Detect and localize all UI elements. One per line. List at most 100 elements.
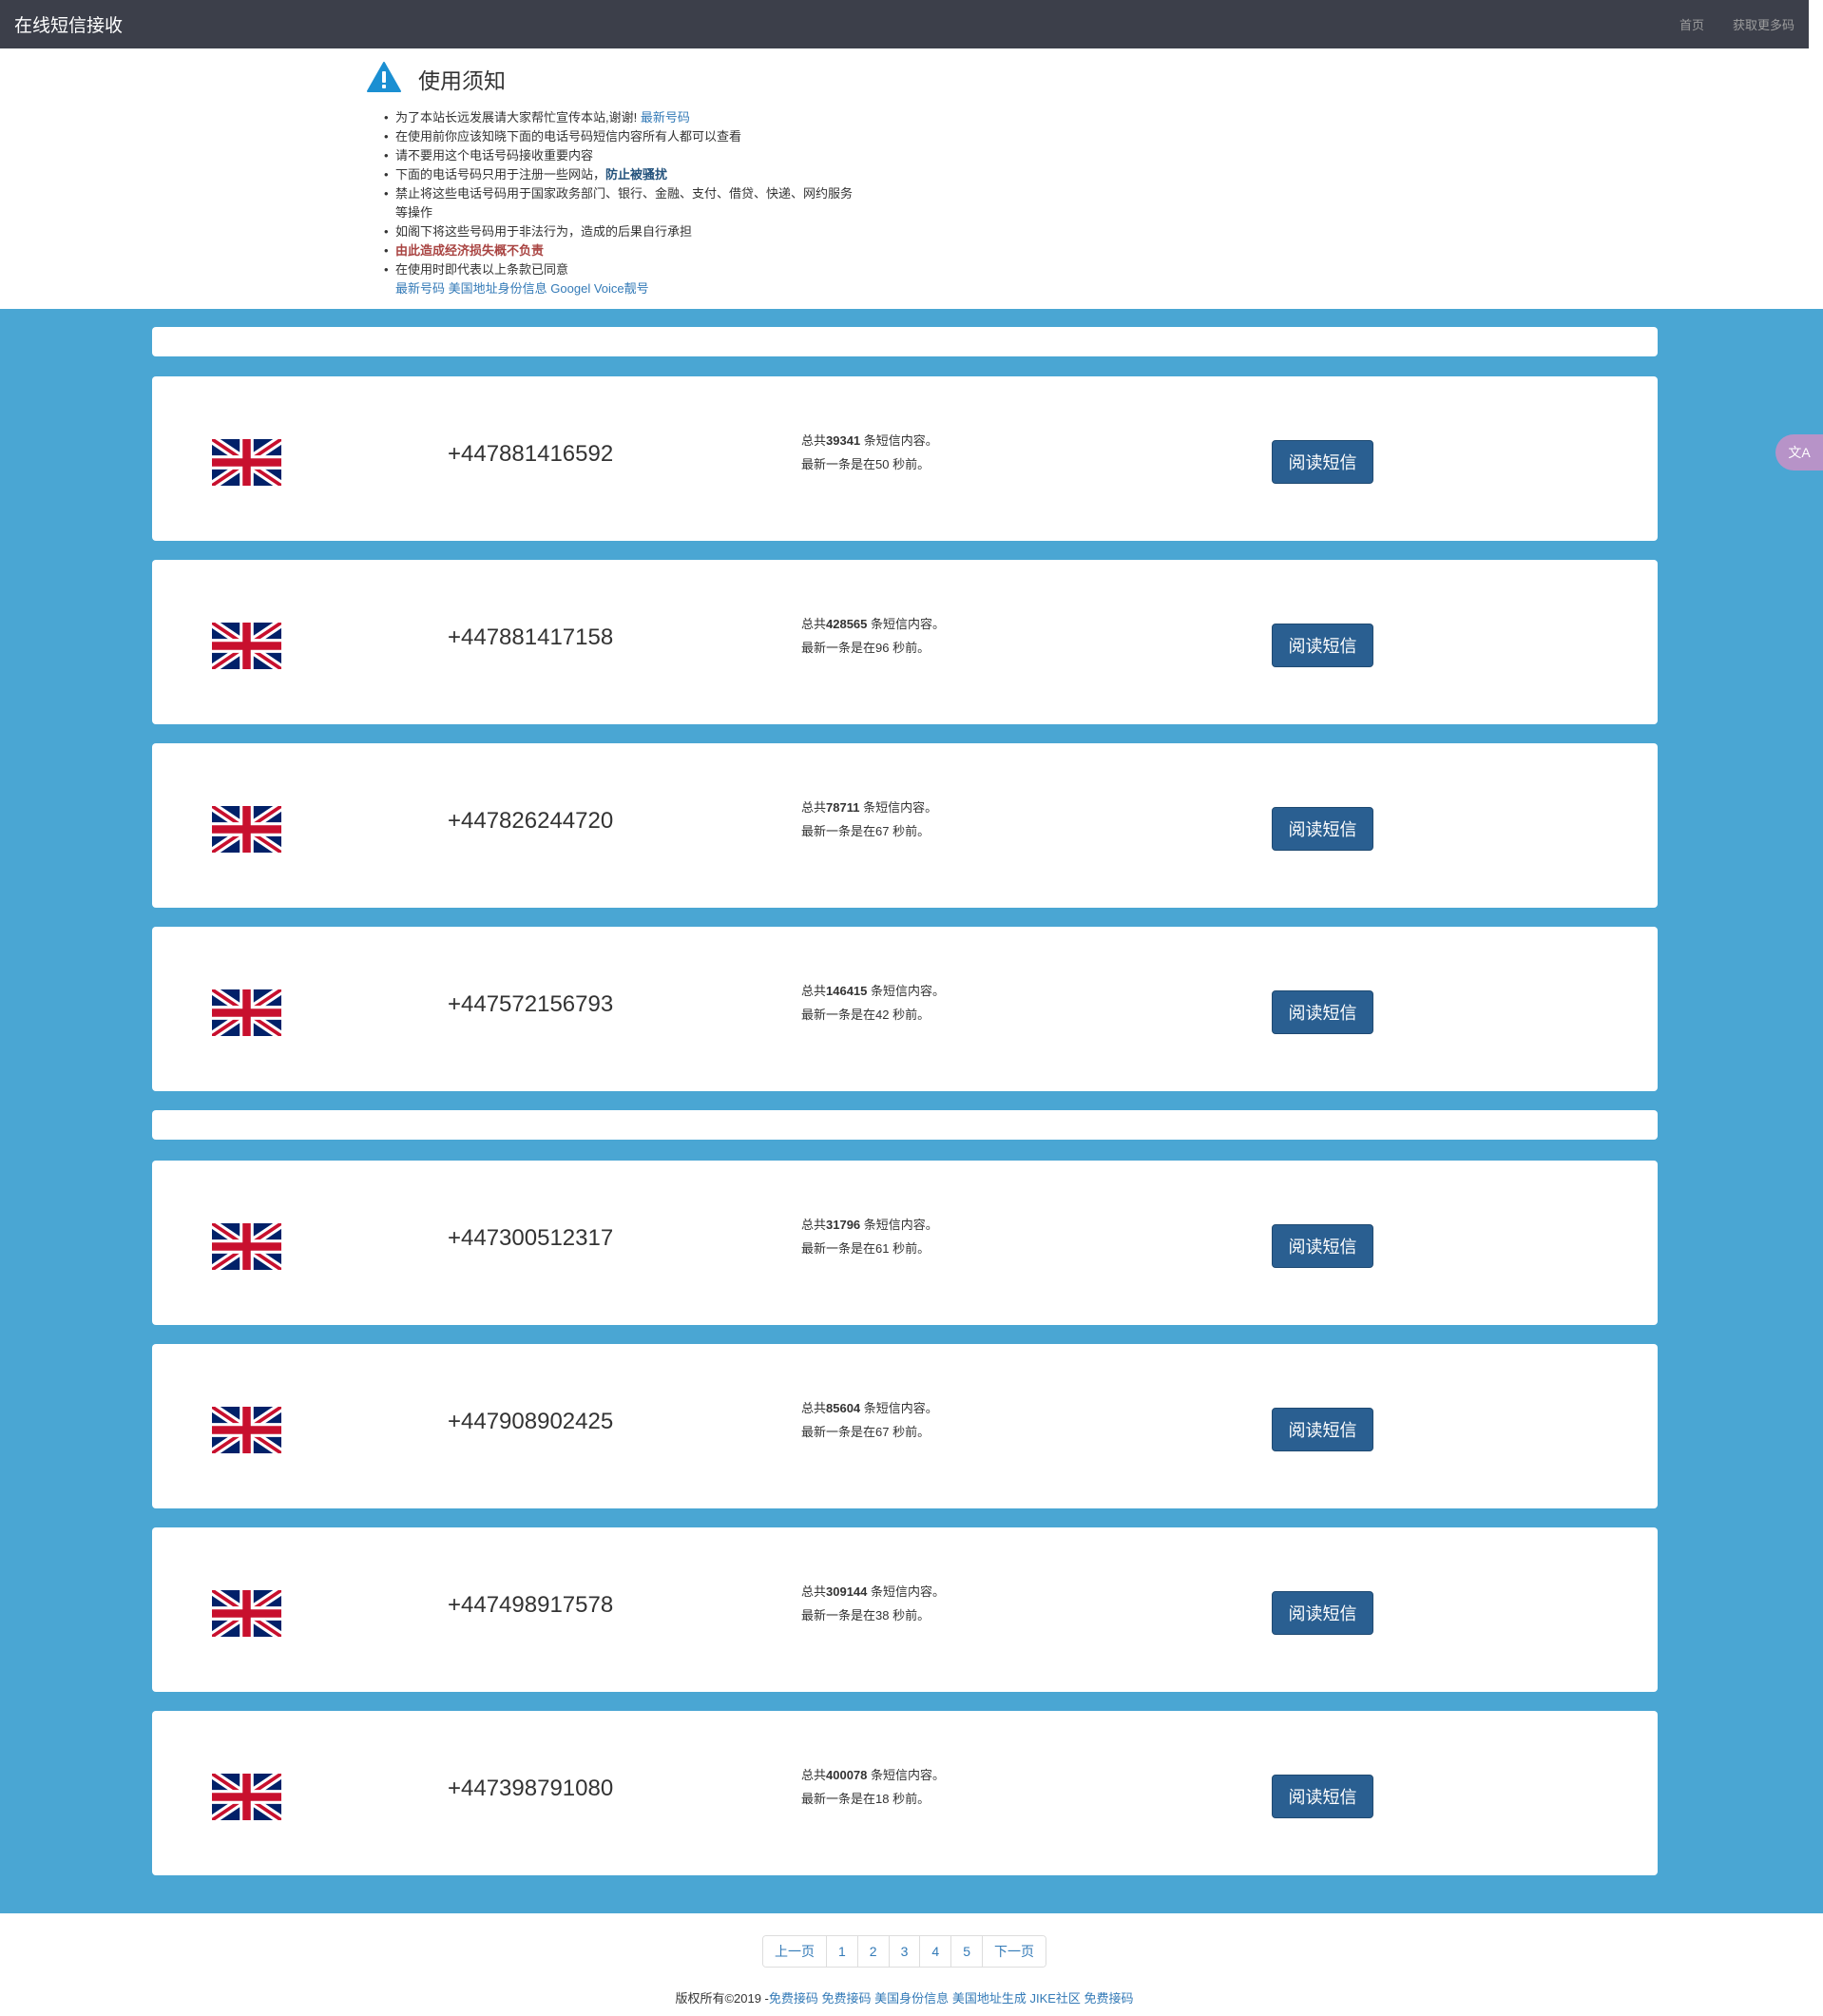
phone-number[interactable]: +447300512317 <box>448 1225 613 1252</box>
latest-message-line: 最新一条是在50 秒前。 <box>801 457 931 471</box>
notice-item: 下面的电话号码只用于注册一些网站，防止被骚扰 <box>384 165 899 184</box>
phone-number[interactable]: +447398791080 <box>448 1776 613 1802</box>
uk-flag-icon <box>209 434 284 490</box>
scrollbar-gutter <box>1809 48 1823 309</box>
notice-links: 最新号码 美国地址身份信息 Googel Voice靓号 <box>384 279 899 298</box>
page-3-button[interactable]: 3 <box>888 1936 920 1967</box>
phone-number[interactable]: +447826244720 <box>448 808 613 835</box>
latest-seconds: 67 <box>875 824 890 838</box>
read-sms-button[interactable]: 阅读短信 <box>1272 624 1373 667</box>
read-sms-button[interactable]: 阅读短信 <box>1272 440 1373 484</box>
latest-message-line: 最新一条是在96 秒前。 <box>801 641 931 655</box>
latest-seconds: 96 <box>875 641 890 655</box>
phone-number[interactable]: +447498917578 <box>448 1592 613 1619</box>
sms-stats: 总共309144 条短信内容。 最新一条是在38 秒前。 <box>801 1580 945 1627</box>
phone-number[interactable]: +447908902425 <box>448 1409 613 1435</box>
footer-link[interactable]: 美国身份信息 <box>874 1991 949 2006</box>
read-sms-button[interactable]: 阅读短信 <box>1272 1775 1373 1818</box>
total-messages-line: 总共428565 条短信内容。 <box>801 617 946 631</box>
number-card: +447881416592 总共39341 条短信内容。 最新一条是在50 秒前。 阅… <box>152 376 1658 541</box>
notice-item: 如阁下将这些号码用于非法行为，造成的后果自行承担 <box>384 222 899 241</box>
total-messages-line: 总共39341 条短信内容。 <box>801 433 938 448</box>
footer-link[interactable]: 免费接码 <box>769 1991 818 2006</box>
total-messages-line: 总共85604 条短信内容。 <box>801 1401 938 1415</box>
latest-seconds: 50 <box>875 457 890 471</box>
phone-number[interactable]: +447881416592 <box>448 441 613 468</box>
read-sms-button[interactable]: 阅读短信 <box>1272 1408 1373 1451</box>
disclaimer-text: 由此造成经济损失概不负责 <box>395 243 545 258</box>
total-messages-line: 总共31796 条短信内容。 <box>801 1218 938 1232</box>
page-2-button[interactable]: 2 <box>856 1936 889 1967</box>
page-5-button[interactable]: 5 <box>950 1936 982 1967</box>
notice-item: 禁止将这些电话号码用于国家政务部门、银行、金融、支付、借贷、快递、网约服务 <box>384 184 899 203</box>
latest-seconds: 61 <box>875 1241 890 1256</box>
read-sms-button[interactable]: 阅读短信 <box>1272 1224 1373 1268</box>
uk-flag-icon <box>209 1585 284 1642</box>
footer-link[interactable]: JIKE社区 <box>1029 1991 1080 2006</box>
number-card: +447498917578 总共309144 条短信内容。 最新一条是在38 秒前。… <box>152 1527 1658 1692</box>
notice-item: 由此造成经济损失概不负责 <box>384 241 899 260</box>
number-card: +447300512317 总共31796 条短信内容。 最新一条是在61 秒前。 阅… <box>152 1161 1658 1325</box>
latest-seconds: 18 <box>875 1792 890 1806</box>
notice-title: 使用须知 <box>418 68 506 93</box>
translate-icon[interactable]: 文A <box>1775 434 1823 470</box>
page-1-button[interactable]: 1 <box>826 1936 857 1967</box>
sms-stats: 总共146415 条短信内容。 最新一条是在42 秒前。 <box>801 979 945 1027</box>
notice-item: 在使用前你应该知晓下面的电话号码短信内容所有人都可以查看 <box>384 127 899 146</box>
latest-message-line: 最新一条是在42 秒前。 <box>801 1008 931 1022</box>
nav-home-link[interactable]: 首页 <box>1679 15 1704 33</box>
footer-link[interactable]: 免费接码 <box>822 1991 872 2006</box>
latest-seconds: 67 <box>875 1425 890 1439</box>
uk-flag-icon <box>209 985 284 1041</box>
latest-seconds: 42 <box>875 1008 890 1022</box>
total-count: 85604 <box>826 1401 861 1415</box>
sms-stats: 总共85604 条短信内容。 最新一条是在67 秒前。 <box>801 1396 938 1444</box>
total-count: 78711 <box>826 800 860 815</box>
site-brand[interactable]: 在线短信接收 <box>14 11 123 37</box>
sms-stats: 总共428565 条短信内容。 最新一条是在96 秒前。 <box>801 612 945 660</box>
total-messages-line: 总共146415 条短信内容。 <box>801 984 946 998</box>
read-sms-button[interactable]: 阅读短信 <box>1272 807 1373 851</box>
sms-stats: 总共400078 条短信内容。 最新一条是在18 秒前。 <box>801 1763 945 1811</box>
empty-banner-card <box>152 327 1658 356</box>
read-sms-button[interactable]: 阅读短信 <box>1272 1591 1373 1635</box>
footer: 版权所有©2019 -免费接码 免费接码 美国身份信息 美国地址生成 JIKE社… <box>0 1988 1809 2006</box>
notice-item: 请不要用这个电话号码接收重要内容 <box>384 146 899 165</box>
number-card: +447826244720 总共78711 条短信内容。 最新一条是在67 秒前。 阅… <box>152 743 1658 908</box>
total-count: 31796 <box>826 1218 861 1232</box>
anti-harassment-text: 防止被骚扰 <box>605 167 668 182</box>
warning-icon <box>367 61 401 97</box>
phone-number[interactable]: +447572156793 <box>448 991 613 1018</box>
latest-numbers-link-2[interactable]: 最新号码 <box>395 281 445 296</box>
notice-item: 为了本站长远发展请大家帮忙宣传本站,谢谢! 最新号码 <box>384 108 899 127</box>
notice-header: 使用须知 <box>367 55 899 103</box>
phone-number[interactable]: +447881417158 <box>448 624 613 651</box>
sms-stats: 总共39341 条短信内容。 最新一条是在50 秒前。 <box>801 429 938 476</box>
uk-flag-icon <box>209 618 284 674</box>
copyright-text: 版权所有©2019 - <box>675 1991 769 2006</box>
notice-item: 在使用时即代表以上条款已同意 <box>384 260 899 279</box>
latest-message-line: 最新一条是在67 秒前。 <box>801 824 931 838</box>
read-sms-button[interactable]: 阅读短信 <box>1272 990 1373 1034</box>
prev-page-button[interactable]: 上一页 <box>763 1936 826 1967</box>
nav-links: 首页 获取更多码 <box>1679 15 1794 33</box>
sms-stats: 总共31796 条短信内容。 最新一条是在61 秒前。 <box>801 1213 938 1260</box>
page-4-button[interactable]: 4 <box>919 1936 951 1967</box>
empty-banner-card <box>152 1110 1658 1140</box>
total-count: 400078 <box>826 1768 868 1782</box>
total-messages-line: 总共400078 条短信内容。 <box>801 1768 946 1782</box>
total-messages-line: 总共309144 条短信内容。 <box>801 1584 946 1599</box>
next-page-button[interactable]: 下一页 <box>981 1936 1046 1967</box>
number-card: +447908902425 总共85604 条短信内容。 最新一条是在67 秒前。 阅… <box>152 1344 1658 1508</box>
footer-link[interactable]: 美国地址生成 <box>952 1991 1027 2006</box>
top-navbar: 在线短信接收 首页 获取更多码 <box>0 0 1809 48</box>
nav-more-codes-link[interactable]: 获取更多码 <box>1733 15 1794 33</box>
latest-numbers-link[interactable]: 最新号码 <box>641 110 690 125</box>
us-identity-link[interactable]: 美国地址身份信息 <box>449 281 547 296</box>
google-voice-link[interactable]: Googel Voice靓号 <box>550 281 648 296</box>
latest-message-line: 最新一条是在18 秒前。 <box>801 1792 931 1806</box>
total-count: 39341 <box>826 433 861 448</box>
total-count: 428565 <box>826 617 868 631</box>
number-card: +447572156793 总共146415 条短信内容。 最新一条是在42 秒前。… <box>152 927 1658 1091</box>
footer-link[interactable]: 免费接码 <box>1084 1991 1134 2006</box>
